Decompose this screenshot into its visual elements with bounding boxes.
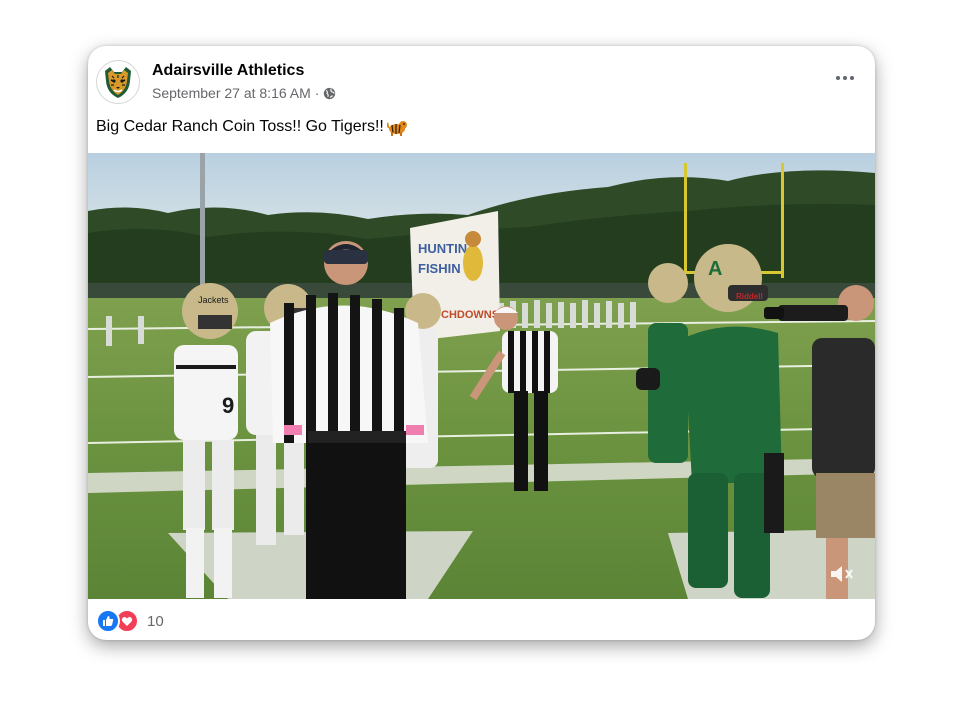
caption-text: Big Cedar Ranch Coin Toss!! Go Tigers!!	[96, 118, 384, 135]
reactions-summary[interactable]: 10	[96, 609, 164, 633]
banner-text-1: HUNTIN	[418, 241, 467, 256]
more-options-icon[interactable]	[833, 68, 857, 88]
thumbs-up-icon	[103, 616, 114, 626]
banner-text-2: FISHIN	[418, 261, 461, 276]
tiger-emoji-icon	[386, 121, 407, 136]
page-name-link[interactable]: Adairsville Athletics	[152, 62, 304, 80]
more-dot	[836, 76, 840, 80]
globe-icon[interactable]	[323, 87, 336, 100]
post-footer: 10	[88, 599, 875, 640]
helmet-text: Jackets	[198, 295, 229, 305]
like-icon	[96, 609, 120, 633]
post-meta: September 27 at 8:16 AM ·	[152, 85, 336, 101]
football-coin-toss-video: HUNTIN FISHIN TOUCHDOWNS 9 Jackets A Rid…	[88, 153, 875, 599]
post-caption: Big Cedar Ranch Coin Toss!! Go Tigers!!	[96, 118, 407, 136]
post-timestamp[interactable]: September 27 at 8:16 AM	[152, 85, 311, 101]
jersey-number: 9	[222, 393, 234, 418]
post-video[interactable]: HUNTIN FISHIN TOUCHDOWNS 9 Jackets A Rid…	[88, 153, 875, 599]
page-avatar[interactable]	[96, 60, 140, 104]
tiger-logo-icon	[105, 67, 131, 98]
reaction-count[interactable]: 10	[147, 613, 164, 630]
more-dot	[850, 76, 854, 80]
muted-volume-icon[interactable]	[829, 563, 855, 585]
more-dot	[843, 76, 847, 80]
post-header: Adairsville Athletics September 27 at 8:…	[88, 46, 875, 110]
helmet-brand: Riddell	[736, 292, 763, 301]
heart-icon	[121, 617, 133, 626]
meta-separator: ·	[314, 85, 320, 101]
helmet-letter: A	[708, 258, 722, 280]
post-card: Adairsville Athletics September 27 at 8:…	[88, 46, 875, 640]
